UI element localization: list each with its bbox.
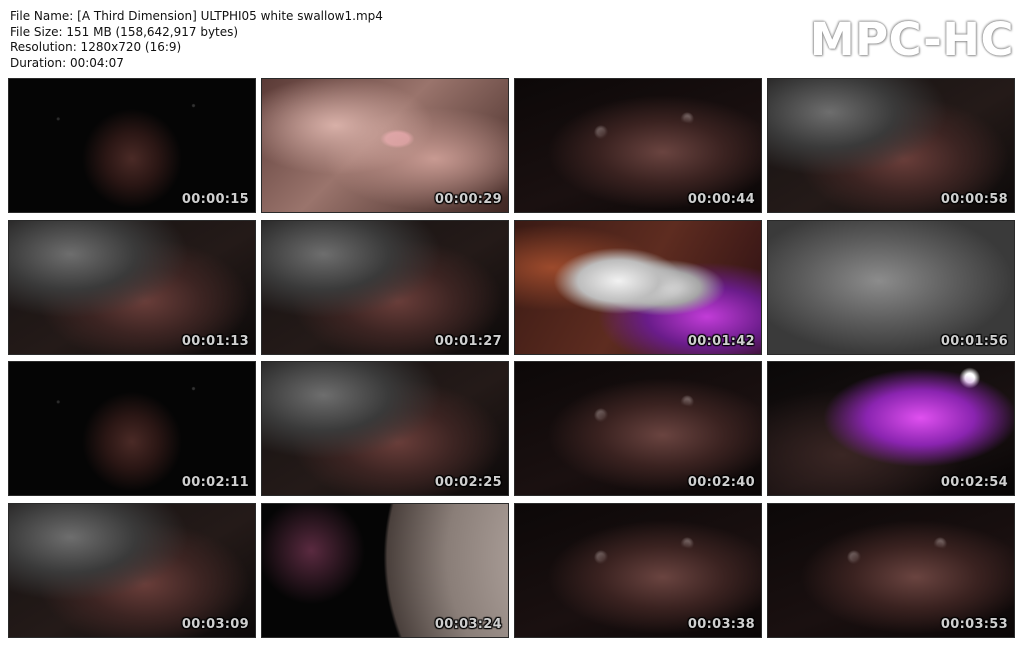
file-name-text: File Name: [A Third Dimension] ULTPHI05 …: [10, 9, 383, 23]
thumbnail[interactable]: 00:01:27: [262, 220, 508, 354]
thumbnail[interactable]: 00:01:42: [515, 220, 761, 354]
thumbnail[interactable]: 00:03:53: [768, 503, 1014, 637]
thumbnail-timestamp: 00:02:11: [181, 475, 249, 491]
thumbnail[interactable]: 00:03:09: [9, 503, 255, 637]
thumbnail[interactable]: 00:00:29: [262, 79, 508, 212]
thumbnail-timestamp: 00:00:29: [434, 192, 502, 207]
file-size-text: File Size: 151 MB (158,642,917 bytes): [10, 24, 239, 39]
thumbnail-timestamp: 00:00:15: [181, 192, 249, 207]
thumbnail-timestamp: 00:03:09: [181, 616, 249, 632]
thumbnail[interactable]: 00:01:13: [9, 220, 255, 354]
resolution-text: Resolution: 1280x720 (16:9): [10, 40, 182, 54]
thumbnail-timestamp: 00:00:44: [687, 192, 755, 207]
thumbnail[interactable]: 00:02:54: [768, 362, 1014, 496]
thumbnail-timestamp: 00:02:54: [940, 475, 1008, 491]
duration-text: Duration: 00:04:07: [10, 55, 124, 70]
thumbnail[interactable]: 00:03:38: [515, 503, 761, 637]
thumbnail[interactable]: 00:02:40: [515, 362, 761, 496]
thumbnail-timestamp: 00:00:58: [940, 192, 1008, 207]
thumbnail[interactable]: 00:01:56: [768, 220, 1014, 354]
thumbnail-grid: 00:00:15 00:00:29 00:00:44 00:00:58 00:0…: [9, 79, 1015, 637]
thumbnail[interactable]: 00:00:15: [9, 79, 255, 212]
thumbnail-timestamp: 00:03:38: [687, 616, 755, 632]
file-info-panel: File Name: [A Third Dimension] ULTPHI05 …: [10, 9, 383, 71]
thumbnail-timestamp: 00:03:24: [434, 616, 502, 632]
thumbnail-timestamp: 00:01:42: [687, 333, 755, 349]
thumbnail[interactable]: 00:02:11: [9, 362, 255, 496]
thumbnail-timestamp: 00:02:25: [434, 475, 502, 491]
thumbnail[interactable]: 00:02:25: [262, 362, 508, 496]
thumbnail-timestamp: 00:01:56: [940, 333, 1008, 349]
mpc-hc-logo: MPC-HC: [809, 13, 1014, 66]
thumbnail-timestamp: 00:01:27: [434, 333, 502, 349]
thumbnail-timestamp: 00:02:40: [687, 475, 755, 491]
thumbnail-timestamp: 00:03:53: [940, 616, 1008, 632]
thumbnail[interactable]: 00:00:44: [515, 79, 761, 212]
thumbnail[interactable]: 00:03:24: [262, 503, 508, 637]
thumbnail[interactable]: 00:00:58: [768, 79, 1014, 212]
thumbnail-timestamp: 00:01:13: [181, 333, 249, 349]
